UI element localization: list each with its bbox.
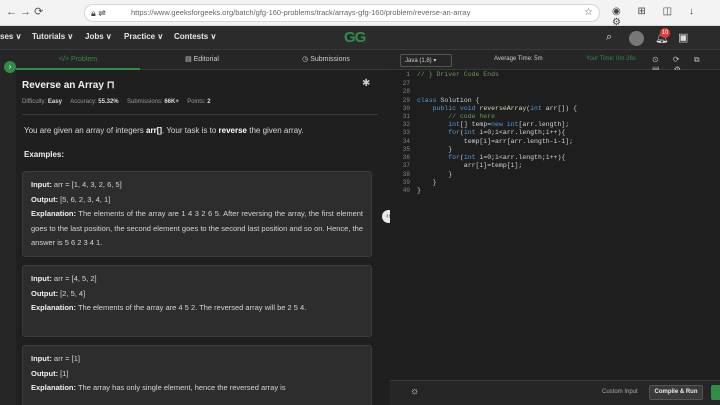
- tab-submissions-label: Submissions: [310, 56, 350, 63]
- desc-part: . Your task is to: [162, 126, 219, 135]
- notification-badge: 10: [660, 28, 670, 38]
- code-line: 1 // } Driver Code Ends: [390, 71, 720, 79]
- accuracy-label: Accuracy:: [70, 99, 97, 105]
- example-box-1: Input: arr = [1, 4, 3, 2, 6, 5] Output: …: [22, 171, 372, 257]
- code-line: 40}: [390, 187, 720, 195]
- tab-problem[interactable]: </> Problem: [16, 50, 140, 70]
- submit-button[interactable]: [711, 385, 720, 400]
- nav-item-contests[interactable]: Contests ∨: [174, 32, 216, 41]
- site-nav: ses ∨ Tutorials ∨ Jobs ∨ Practice ∨ Cont…: [0, 26, 720, 50]
- language-select[interactable]: Java (1.8) ▾: [400, 54, 452, 67]
- points-label: Points:: [187, 99, 206, 105]
- example-output: [2, 5, 4]: [58, 288, 86, 298]
- code-line: 28: [390, 88, 720, 96]
- editor-toolbar: Java (1.8) ▾ Average Time: 5m Your Time:…: [390, 50, 720, 74]
- example-output: [5, 6, 2, 3, 4, 1]: [58, 194, 111, 204]
- url-text: https://www.geeksforgeeks.org/batch/gfg-…: [131, 8, 471, 17]
- explanation-label: Explanation:: [31, 383, 77, 392]
- example-box-3: Input: arr = [1] Output: [1] Explanation…: [22, 345, 372, 405]
- desc-part: You are given an array of integers: [24, 126, 147, 135]
- example-explanation: The array has only single element, hence…: [76, 383, 286, 392]
- problem-title-text: Reverse an Array: [22, 80, 104, 91]
- output-label: Output:: [31, 288, 59, 298]
- star-icon[interactable]: ☆: [584, 5, 593, 21]
- code-line: 37 arr[i]=temp[i];: [390, 162, 720, 170]
- difficulty-value: Easy: [47, 99, 62, 105]
- tab-submissions[interactable]: ◷ Submissions: [264, 50, 388, 70]
- example-box-2: Input: arr = [4, 5, 2] Output: [2, 5, 4]…: [22, 265, 372, 337]
- tab-problem-label: Problem: [71, 56, 98, 63]
- average-time: Average Time: 5m: [494, 56, 543, 62]
- examples-heading: Examples:: [24, 150, 65, 159]
- code-text: }: [417, 187, 421, 194]
- divider: [22, 114, 378, 115]
- input-label: Input:: [31, 274, 52, 283]
- nav-item-jobs[interactable]: Jobs ∨: [85, 32, 112, 41]
- accuracy-value: 55.32%: [98, 99, 119, 105]
- your-time: Your Time: 0m 26s: [586, 56, 636, 62]
- nav-item-tutorials[interactable]: Tutorials ∨: [32, 32, 73, 41]
- address-bar[interactable]: 🔒︎ ⇌ https://www.geeksforgeeks.org/batch…: [84, 4, 600, 22]
- problem-description: You are given an array of integers arr[]…: [24, 126, 380, 135]
- bookmark-icon[interactable]: ⊓: [107, 80, 115, 91]
- nav-item-courses[interactable]: ses ∨: [0, 32, 21, 41]
- editor-bottom-bar: ☼ Custom Input Compile & Run: [390, 380, 720, 405]
- report-bug-icon[interactable]: ✱: [362, 78, 370, 89]
- output-label: Output:: [31, 194, 59, 204]
- example-explanation: The elements of the array are 4 5 2. The…: [76, 303, 307, 312]
- line-number: 33: [402, 129, 410, 136]
- problem-tabs: </> Problem ▤ Editorial ◷ Submissions: [16, 50, 390, 70]
- left-rail: [0, 50, 16, 405]
- example-input: arr = [4, 5, 2]: [51, 274, 97, 283]
- explanation-label: Explanation:: [31, 303, 77, 312]
- example-explanation: The elements of the array are 1 4 3 2 6 …: [31, 209, 363, 247]
- code-text: // } Driver Code Ends: [417, 71, 499, 78]
- browser-toolbar: ← → ⟳ 🔒︎ ⇌ https://www.geeksforgeeks.org…: [0, 0, 720, 28]
- custom-input-button[interactable]: Custom Input: [602, 389, 638, 395]
- tab-editorial-label: Editorial: [193, 56, 219, 63]
- lightbulb-icon[interactable]: ☼: [410, 386, 419, 397]
- compile-run-button[interactable]: Compile & Run: [649, 385, 703, 400]
- theme-toggle[interactable]: [629, 31, 644, 46]
- browser-extension-icons[interactable]: ◉ ⊞ ◫ ↓ ⚙: [612, 6, 720, 28]
- browser-nav-icons[interactable]: ← → ⟳: [6, 5, 43, 18]
- points-value: 2: [207, 99, 211, 105]
- desc-reverse: reverse: [218, 126, 247, 135]
- code-line: 33 for(int i=0;i<arr.length;i++){: [390, 129, 720, 137]
- language-value: Java (1.8): [405, 58, 432, 64]
- code-editor[interactable]: 1// } Driver Code Ends 27 28 29 class Soluti…: [390, 70, 720, 380]
- example-input: arr = [1]: [51, 354, 80, 363]
- submissions-label: Submissions:: [126, 99, 163, 105]
- input-label: Input:: [31, 180, 52, 189]
- submissions-value: 66K+: [164, 99, 179, 105]
- problem-panel: Reverse an Array ⊓ ✱ Difficulty: Easy Ac…: [16, 70, 390, 405]
- search-icon[interactable]: ⌕: [606, 31, 612, 44]
- desc-arr: arr[]: [146, 126, 163, 135]
- problem-title: Reverse an Array ⊓: [22, 80, 115, 91]
- gfg-logo[interactable]: GG: [344, 29, 366, 46]
- line-number: 37: [402, 162, 410, 169]
- nav-item-practice[interactable]: Practice ∨: [124, 32, 163, 41]
- code-text: for(int i=0;i<arr.length;i++){: [448, 129, 566, 136]
- example-output: [1]: [58, 368, 69, 378]
- expand-sidebar-icon[interactable]: ›: [4, 61, 16, 73]
- profile-icon[interactable]: ▣: [678, 31, 688, 44]
- desc-part: the given array.: [247, 126, 304, 135]
- tab-editorial[interactable]: ▤ Editorial: [140, 50, 264, 70]
- code-text: arr[i]=temp[i];: [417, 162, 523, 169]
- line-number: 1: [406, 71, 410, 78]
- output-label: Output:: [31, 368, 59, 378]
- line-number: 28: [402, 88, 410, 95]
- input-label: Input:: [31, 354, 52, 363]
- line-number: 40: [402, 187, 410, 194]
- explanation-label: Explanation:: [31, 209, 77, 218]
- lock-icon[interactable]: 🔒︎ ⇌: [91, 5, 106, 21]
- difficulty-label: Difficulty:: [22, 99, 47, 105]
- example-input: arr = [1, 4, 3, 2, 6, 5]: [51, 180, 122, 189]
- problem-meta: Difficulty: Easy Accuracy: 55.32% Submis…: [22, 99, 211, 105]
